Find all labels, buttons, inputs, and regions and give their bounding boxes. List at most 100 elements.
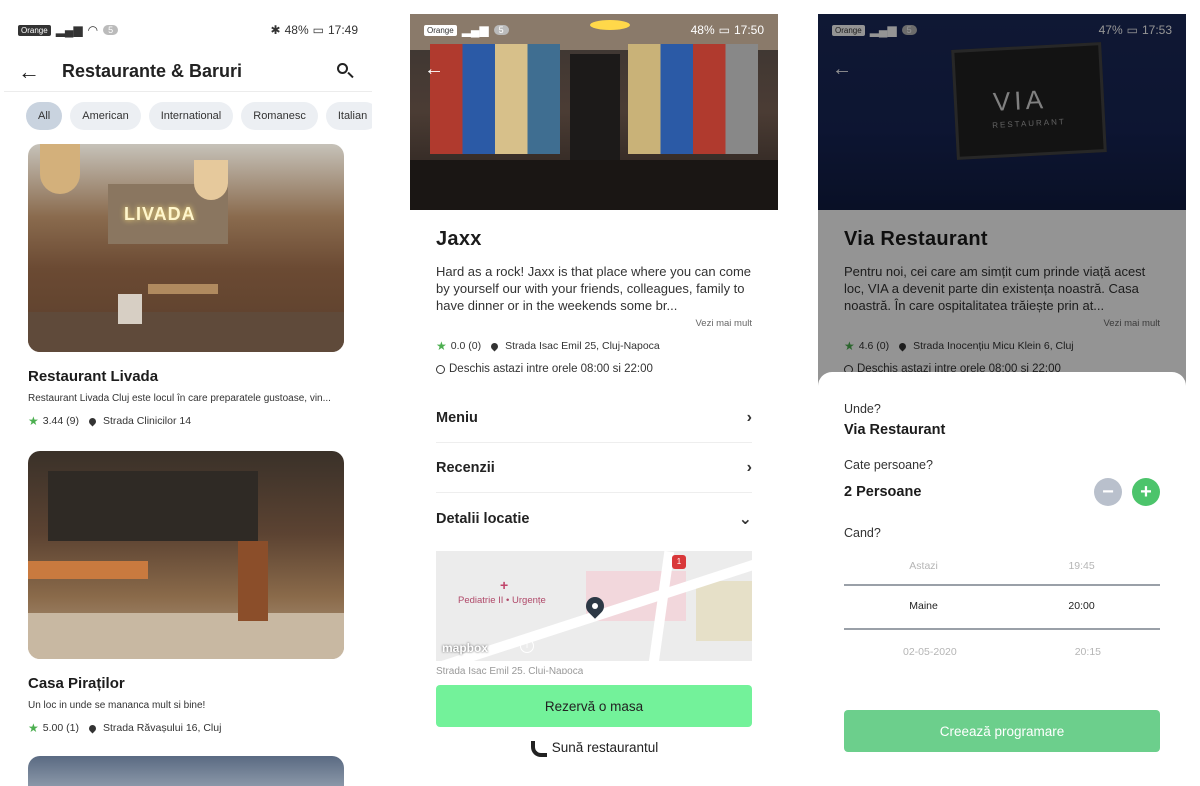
picker-time: 20:15 [1074, 646, 1101, 658]
picker-day: 02-05-2020 [903, 646, 957, 658]
venue-description: Hard as a rock! Jaxx is that place where… [436, 264, 752, 313]
signal-icon: ▂▄▆ [55, 23, 83, 37]
clock: 17:49 [327, 23, 358, 37]
filter-italian[interactable]: Italian [325, 102, 372, 130]
status-bar: Orange ▂▄▆ 5 48% ▭ 17:50 [410, 14, 778, 46]
restaurant-list-screen: Orange ▂▄▆ ◠ 5 ✱ 48% ▭ 17:49 ← Restauran… [4, 14, 372, 786]
category-filter-bar: All American International Romanesc Ital… [26, 102, 372, 130]
photo-sign-text: LIVADA [124, 204, 196, 224]
map-poi-label: Pediatrie II • Urgențe [458, 595, 546, 606]
location-pin-icon [489, 341, 500, 351]
picker-time: 19:45 [1068, 560, 1095, 572]
notification-count-badge: 5 [103, 25, 119, 35]
section-label: Detalii locatie [436, 511, 530, 527]
section-location-details[interactable]: Detalii locatie ⌄ [436, 494, 752, 544]
back-arrow-icon[interactable]: ← [424, 58, 444, 81]
restaurant-description: Restaurant Livada Cluj este locul în car… [28, 393, 331, 404]
location-pin-icon [87, 723, 98, 733]
page-title: Restaurante & Baruri [62, 61, 243, 81]
chevron-down-icon: ⌄ [738, 511, 752, 528]
chevron-right-icon: › [746, 408, 752, 426]
chevron-right-icon: › [746, 458, 752, 476]
see-more-link[interactable]: Vezi mai mult [436, 318, 753, 329]
rating-value: 3.44 (9) [42, 415, 79, 427]
booking-screen: VIA RESTAURANT Orange ▂▄▆ 5 47% ▭ 17:53 … [818, 14, 1186, 786]
notification-count-badge: 5 [493, 25, 509, 35]
restaurant-description: Un loc in unde se mananca mult si bine! [28, 700, 206, 711]
where-label: Unde? [844, 402, 881, 416]
bluetooth-icon: ✱ [270, 23, 281, 37]
date-time-picker[interactable]: Astazi 19:45 Maine 20:00 02-05-2020 20:1… [844, 554, 1160, 672]
restaurant-card[interactable]: LIVADA Restaurant Livada Restaurant Liva… [28, 144, 344, 428]
venue-name: Jaxx [436, 228, 482, 250]
battery-icon: ▭ [718, 23, 730, 37]
venue-meta: ★ 0.0 (0) Strada Isac Emil 25, Cluj-Napo… [436, 339, 752, 353]
restaurant-name[interactable]: Restaurant Livada [28, 368, 344, 385]
restaurant-card[interactable]: Casa Piraților Un loc in unde se mananca… [28, 451, 344, 735]
filter-all[interactable]: All [26, 102, 63, 130]
star-icon: ★ [28, 721, 39, 735]
create-booking-button[interactable]: Creează programare [844, 710, 1160, 752]
hours-text: Deschis astazi intre orele 08:00 si 22:0… [449, 363, 653, 375]
signal-icon: ▂▄▆ [461, 23, 489, 37]
persons-value: 2 Persoane [844, 484, 922, 500]
when-label: Cand? [844, 526, 881, 540]
carrier-label: Orange [424, 24, 457, 36]
section-menu[interactable]: Meniu › [436, 393, 752, 443]
restaurant-photo[interactable] [28, 451, 344, 659]
picker-row-selected[interactable]: Maine 20:00 [844, 600, 1160, 624]
picker-divider [844, 584, 1160, 586]
filter-american[interactable]: American [70, 102, 141, 130]
back-arrow-icon[interactable]: ← [18, 59, 48, 85]
address-text: Strada Isac Emil 25, Cluj-Napoca [505, 340, 660, 352]
increase-persons-button[interactable]: + [1132, 478, 1160, 506]
restaurant-name[interactable]: Casa Piraților [28, 675, 344, 692]
section-label: Meniu [436, 409, 478, 426]
location-pin-icon [87, 416, 98, 426]
app-bar: ← Restaurante & Baruri [4, 52, 372, 92]
picker-row[interactable]: Astazi 19:45 [844, 560, 1160, 584]
call-restaurant-link[interactable]: Sună restaurantul [410, 740, 778, 757]
booking-sheet: Unde? Via Restaurant Cate persoane? 2 Pe… [818, 372, 1186, 786]
phone-icon [530, 740, 547, 757]
venue-info: Jaxx Hard as a rock! Jaxx is that place … [436, 228, 752, 375]
restaurant-photo[interactable]: LIVADA [28, 144, 344, 352]
clock: 17:50 [733, 23, 764, 37]
star-icon: ★ [28, 414, 39, 428]
info-icon[interactable]: i [520, 639, 534, 653]
battery-level: 48% [284, 23, 309, 37]
carrier-label: Orange [18, 24, 51, 36]
restaurant-meta: ★ 3.44 (9) Strada Clinicilor 14 [28, 414, 344, 428]
section-label: Recenzii [436, 459, 495, 476]
restaurant-detail-screen: ← Orange ▂▄▆ 5 48% ▭ 17:50 Jaxx Hard as … [410, 14, 778, 786]
filter-international[interactable]: International [148, 102, 234, 130]
picker-row[interactable]: 02-05-2020 20:15 [844, 646, 1160, 670]
hospital-icon: + [500, 577, 509, 593]
clock-icon [436, 364, 445, 374]
road-number-badge: 1 [672, 555, 686, 569]
call-label: Sună restaurantul [551, 740, 659, 755]
address-text: Strada Răvașului 16, Cluj [102, 722, 222, 734]
reserve-table-button[interactable]: Rezervă o masa [436, 685, 752, 727]
rating-value: 0.0 (0) [450, 340, 482, 352]
where-value: Via Restaurant [844, 422, 946, 438]
mapbox-logo: mapbox [442, 641, 489, 655]
address-text: Strada Clinicilor 14 [102, 415, 192, 427]
next-card-peek[interactable] [28, 756, 344, 786]
battery-icon: ▭ [312, 23, 324, 37]
decrease-persons-button[interactable]: − [1094, 478, 1122, 506]
section-reviews[interactable]: Recenzii › [436, 443, 752, 493]
persons-stepper: 2 Persoane − + [844, 478, 1160, 506]
picker-day: Maine [909, 600, 938, 612]
picker-time: 20:00 [1068, 600, 1095, 612]
persons-label: Cate persoane? [844, 458, 933, 472]
wifi-icon: ◠ [87, 23, 99, 37]
filter-romanesc[interactable]: Romanesc [241, 102, 318, 130]
star-icon: ★ [436, 339, 447, 353]
location-map[interactable]: + Pediatrie II • Urgențe 1 mapbox i [436, 551, 752, 661]
picker-day: Astazi [909, 560, 938, 572]
map-address-text: Strada Isac Emil 25, Cluj-Napoca [436, 666, 584, 674]
search-icon[interactable] [334, 60, 358, 84]
status-bar: Orange ▂▄▆ ◠ 5 ✱ 48% ▭ 17:49 [4, 14, 372, 46]
restaurant-meta: ★ 5.00 (1) Strada Răvașului 16, Cluj [28, 721, 344, 735]
